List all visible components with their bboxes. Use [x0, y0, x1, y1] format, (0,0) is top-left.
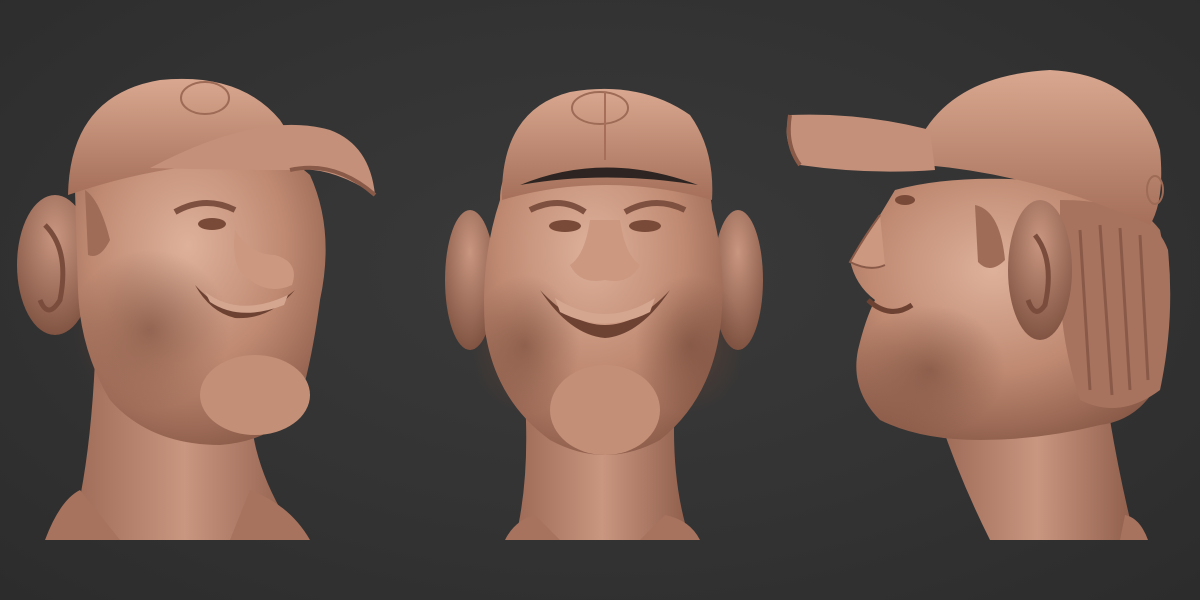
front-head [445, 88, 763, 540]
cap-visor [786, 114, 935, 172]
sculpt-render [17, 70, 1171, 540]
profile-head [786, 70, 1171, 540]
jaw-stubble [855, 305, 1005, 435]
right-eye [629, 220, 661, 232]
chin [200, 355, 310, 435]
hair-back [1060, 200, 1171, 408]
nose [848, 214, 886, 269]
eye [198, 218, 226, 230]
eye [895, 195, 915, 205]
cap-crown [501, 88, 713, 200]
chin [550, 365, 660, 455]
three-quarter-head [17, 78, 377, 540]
ear [1008, 200, 1072, 340]
render-stage [0, 0, 1200, 600]
left-eye [549, 220, 581, 232]
